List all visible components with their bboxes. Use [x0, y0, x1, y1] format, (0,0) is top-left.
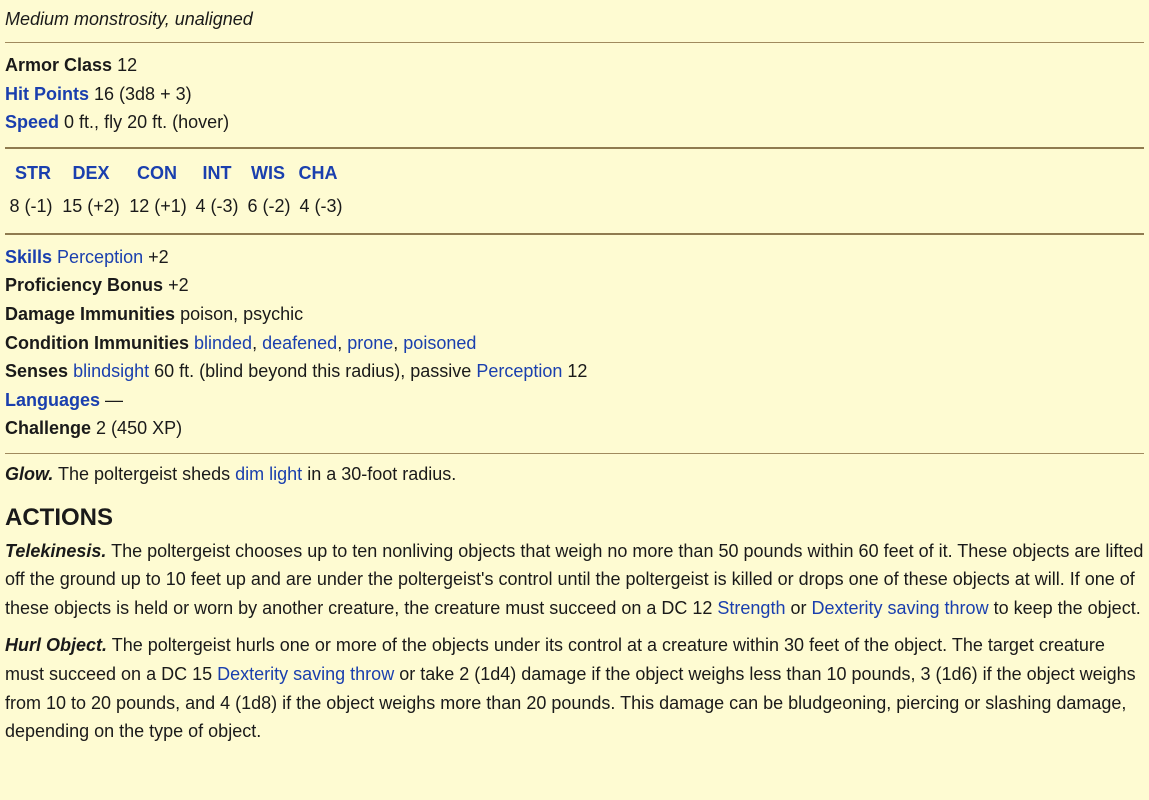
action-name: Hurl Object. [5, 635, 108, 656]
proficiency-label: Proficiency Bonus [5, 275, 164, 296]
detail-stats: Skills Perception +2 Proficiency Bonus +… [5, 243, 1144, 443]
trait-text: The poltergeist sheds [58, 463, 231, 484]
languages-value: — [105, 389, 124, 410]
ability-value-str: 8 (-1) [9, 195, 53, 216]
condition-immunities-row: Condition Immunities blinded, deafened, … [5, 332, 477, 353]
passive-perception-value: 12 [567, 361, 588, 382]
speed-link[interactable]: Speed [5, 112, 59, 132]
passive-perception-link[interactable]: Perception [476, 361, 562, 381]
action-name: Telekinesis. [5, 540, 107, 561]
ability-header-con[interactable]: CON [121, 157, 193, 190]
ability-header-cha[interactable]: CHA [295, 157, 341, 190]
skills-link[interactable]: Skills [5, 247, 52, 267]
basic-stats: Armor Class 12 Hit Points 16 (3d8 + 3) S… [5, 51, 1144, 137]
ability-header-int[interactable]: INT [193, 157, 241, 190]
action-hurl-object: Hurl Object. The poltergeist hurls one o… [5, 631, 1144, 745]
hit-points-value: 16 (3d8 + 3) [94, 83, 192, 104]
ability-value-cha: 4 (-3) [299, 195, 343, 216]
divider [5, 42, 1144, 43]
blindsight-link[interactable]: blindsight [73, 361, 149, 381]
challenge-label: Challenge [5, 418, 92, 439]
condition-link-poisoned[interactable]: poisoned [403, 333, 476, 353]
damage-immunities-value: poison, psychic [180, 303, 304, 324]
condition-link-prone[interactable]: prone [347, 333, 393, 353]
senses-label: Senses [5, 361, 69, 382]
challenge-row: Challenge 2 (450 XP) [5, 414, 1144, 443]
ability-header-str[interactable]: STR [5, 157, 61, 190]
languages-row: Languages — [5, 386, 1144, 415]
ability-values: 8 (-1) 15 (+2) 12 (+1) 4 (-3) 6 (-2) 4 (… [5, 190, 1144, 223]
hit-points-row: Hit Points 16 (3d8 + 3) [5, 80, 1144, 109]
dim-light-link[interactable]: dim light [235, 464, 302, 484]
stat-block: Medium monstrosity, unaligned Armor Clas… [0, 8, 1149, 746]
ability-headers: STR DEX CON INT WIS CHA [5, 157, 1144, 190]
action-text-end: to keep the object. [993, 597, 1141, 618]
perception-link[interactable]: Perception [57, 247, 143, 267]
ability-header-dex[interactable]: DEX [61, 157, 121, 190]
proficiency-row: Proficiency Bonus +2 [5, 271, 1144, 300]
trait-text-end: in a 30-foot radius. [307, 463, 457, 484]
condition-immunities-label: Condition Immunities [5, 332, 189, 353]
armor-class-label: Armor Class [5, 55, 113, 75]
damage-immunities-label: Damage Immunities [5, 303, 176, 324]
proficiency-value: +2 [168, 275, 189, 296]
skills-value: +2 [148, 246, 169, 267]
trait-glow: Glow. The poltergeist sheds dim light in… [5, 460, 1144, 489]
ability-value-con: 12 (+1) [129, 195, 187, 216]
divider [5, 452, 1144, 454]
speed-value: 0 ft., fly 20 ft. (hover) [64, 112, 230, 133]
ability-value-int: 4 (-3) [195, 195, 239, 216]
ability-header-wis[interactable]: WIS [241, 157, 295, 190]
condition-link-deafened[interactable]: deafened [262, 333, 337, 353]
armor-class-value: 12 [117, 55, 138, 75]
ability-scores: STR DEX CON INT WIS CHA 8 (-1) 15 (+2) 1… [5, 157, 1144, 223]
divider [5, 146, 1144, 149]
ability-value-wis: 6 (-2) [247, 195, 291, 216]
senses-text: 60 ft. (blind beyond this radius), passi… [154, 361, 472, 382]
strength-link[interactable]: Strength [717, 598, 785, 618]
condition-link-blinded[interactable]: blinded [194, 333, 252, 353]
challenge-value: 2 (450 XP) [96, 418, 183, 439]
action-telekinesis: Telekinesis. The poltergeist chooses up … [5, 540, 1144, 618]
speed-row: Speed 0 ft., fly 20 ft. (hover) [5, 108, 1144, 137]
damage-immunities-row: Damage Immunities poison, psychic [5, 300, 1144, 329]
trait-name: Glow. [5, 463, 54, 484]
skills-row: Skills Perception +2 [5, 243, 1144, 272]
divider [5, 232, 1144, 235]
actions-heading: ACTIONS [5, 503, 113, 531]
dexterity-saving-throw-link[interactable]: Dexterity saving throw [217, 664, 394, 684]
creature-type: Medium monstrosity, unaligned [5, 9, 253, 29]
senses-row: Senses blindsight 60 ft. (blind beyond t… [5, 357, 1144, 386]
languages-link[interactable]: Languages [5, 390, 100, 410]
hit-points-link[interactable]: Hit Points [5, 84, 89, 104]
dexterity-saving-throw-link[interactable]: Dexterity saving throw [812, 598, 989, 618]
armor-class-row: Armor Class 12 [5, 51, 1144, 80]
ability-value-dex: 15 (+2) [62, 195, 120, 216]
